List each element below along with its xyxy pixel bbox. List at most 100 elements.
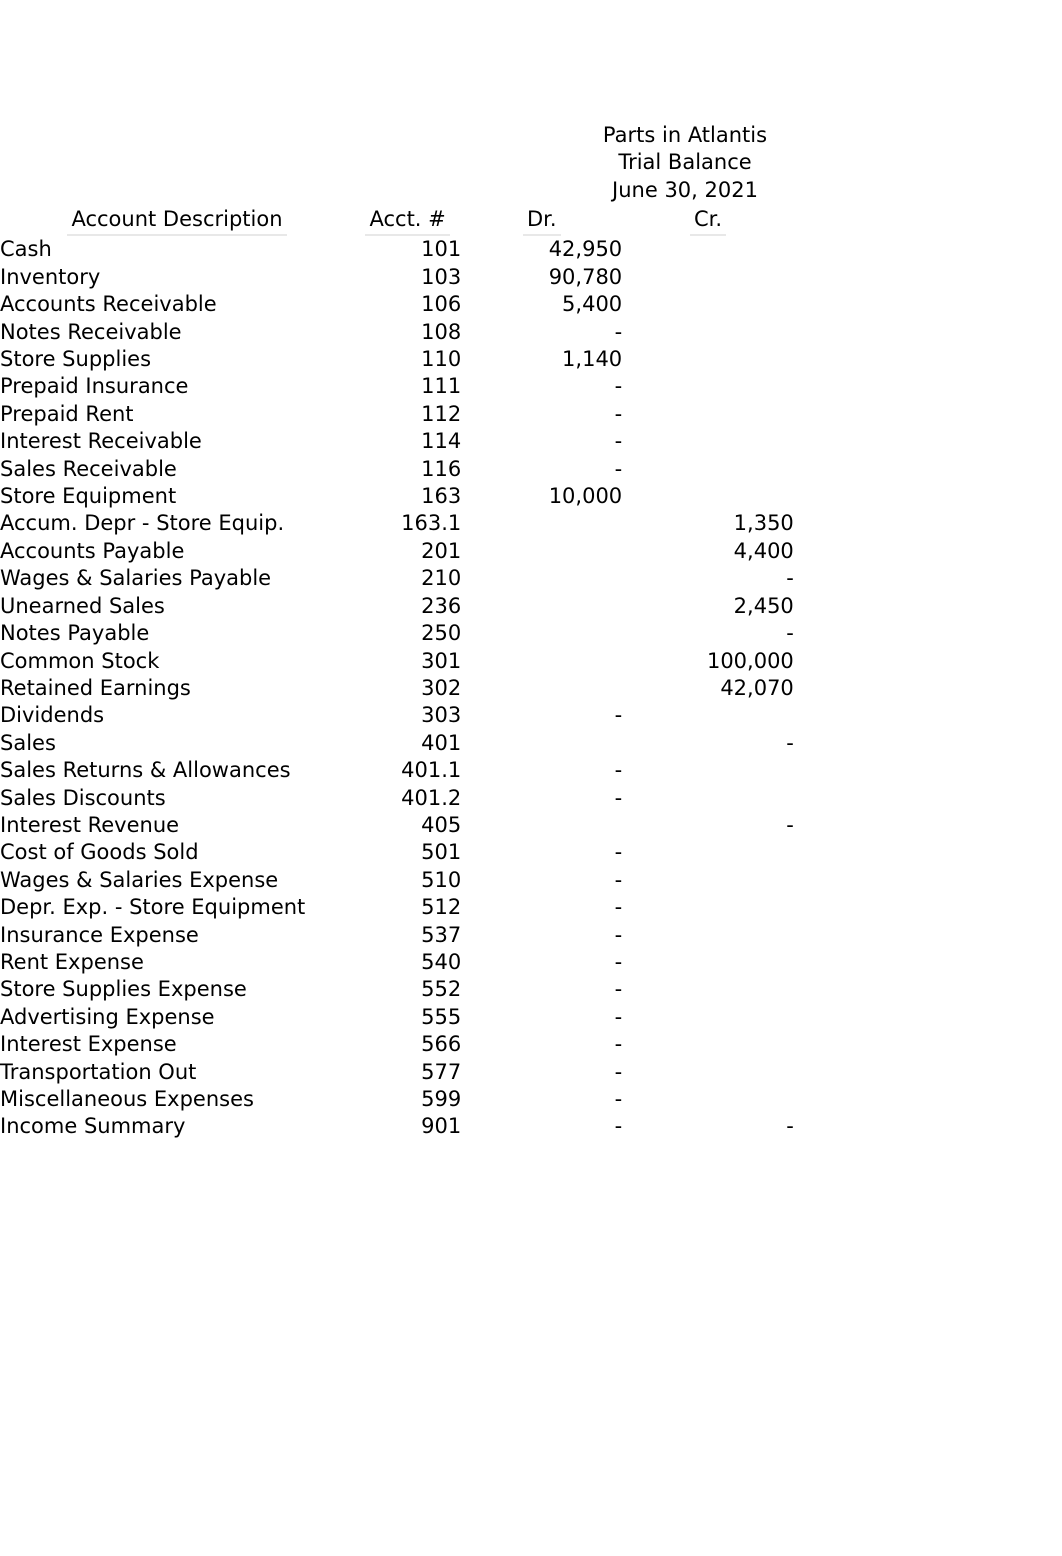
company-name: Parts in Atlantis	[602, 123, 768, 147]
row-spacer-cell	[794, 730, 1062, 757]
table-row: Prepaid Rent 112 -	[0, 401, 1062, 428]
credit-amount-cell	[622, 456, 794, 483]
account-description-cell: Sales	[0, 730, 56, 755]
credit-amount-cell	[622, 291, 794, 318]
account-number-cell: 540	[421, 949, 462, 974]
column-header-credit: Cr.	[622, 206, 794, 237]
account-number-cell: 401.1	[401, 758, 462, 783]
debit-amount-cell: -	[614, 429, 623, 454]
debit-amount-cell	[461, 565, 622, 592]
account-description-cell: Prepaid Insurance	[0, 374, 189, 399]
credit-amount-cell	[622, 428, 794, 455]
credit-amount-cell: 100,000	[706, 648, 794, 673]
credit-amount-cell	[622, 922, 794, 949]
debit-amount-cell: -	[614, 1059, 623, 1084]
account-description-cell: Rent Expense	[0, 949, 144, 974]
table-row: Notes Receivable 108 -	[0, 319, 1062, 346]
column-header-description: Account Description	[0, 206, 354, 237]
table-row: Cash 101 42,950	[0, 236, 1062, 263]
account-number-cell: 552	[421, 977, 462, 1002]
table-row: Store Supplies Expense 552 -	[0, 976, 1062, 1003]
row-spacer-cell	[794, 565, 1062, 592]
credit-amount-cell	[622, 1031, 794, 1058]
account-description-cell: Accum. Depr - Store Equip.	[0, 511, 285, 536]
account-description-cell: Depr. Exp. - Store Equipment	[0, 895, 306, 920]
row-spacer-cell	[794, 1031, 1062, 1058]
credit-amount-cell: -	[786, 566, 794, 591]
credit-amount-cell	[622, 949, 794, 976]
table-row: Store Equipment 163 10,000	[0, 483, 1062, 510]
credit-amount-cell	[622, 702, 794, 729]
table-row: Prepaid Insurance 111 -	[0, 373, 1062, 400]
account-description-cell: Interest Expense	[0, 1032, 177, 1057]
debit-amount-cell: -	[614, 1087, 623, 1111]
debit-amount-cell: 90,780	[548, 264, 623, 289]
row-spacer-cell	[794, 401, 1062, 428]
credit-amount-cell	[622, 319, 794, 346]
account-number-cell: 112	[421, 401, 462, 426]
row-spacer-cell	[794, 785, 1062, 812]
debit-amount-cell: -	[614, 867, 623, 892]
account-description-cell: Accounts Payable	[0, 538, 185, 563]
table-row: Accounts Payable 201 4,400	[0, 538, 1062, 565]
row-spacer-cell	[794, 593, 1062, 620]
table-row: Accounts Receivable 106 5,400	[0, 291, 1062, 318]
account-description-cell: Insurance Expense	[0, 922, 199, 947]
credit-amount-cell: -	[786, 812, 794, 837]
account-description-cell: Interest Revenue	[0, 812, 180, 837]
table-row: Advertising Expense 555 -	[0, 1004, 1062, 1031]
debit-amount-cell: -	[614, 1004, 623, 1029]
account-number-cell: 303	[421, 703, 462, 728]
credit-amount-cell	[622, 346, 794, 373]
account-number-cell: 103	[421, 264, 462, 289]
credit-amount-cell	[622, 1059, 794, 1086]
debit-amount-cell: 42,950	[548, 237, 623, 262]
table-row: Wages & Salaries Expense 510 -	[0, 867, 1062, 894]
credit-amount-cell	[622, 867, 794, 894]
column-header-debit: Dr.	[461, 206, 622, 237]
table-row: Cost of Goods Sold 501 -	[0, 839, 1062, 866]
table-row: Interest Revenue 405 -	[0, 812, 1062, 839]
row-spacer-cell	[794, 949, 1062, 976]
table-row: Notes Payable 250 -	[0, 620, 1062, 647]
row-spacer-cell	[794, 757, 1062, 784]
account-number-cell: 163.1	[401, 511, 462, 536]
credit-amount-cell	[622, 1004, 794, 1031]
account-description-cell: Income Summary	[0, 1114, 186, 1139]
table-header-row: Account Description Acct. # Dr. Cr.	[0, 206, 1062, 237]
row-spacer-cell	[794, 648, 1062, 675]
debit-amount-cell	[461, 510, 622, 537]
row-spacer-cell	[794, 620, 1062, 647]
account-number-cell: 236	[421, 593, 462, 618]
table-row: Depr. Exp. - Store Equipment 512 -	[0, 894, 1062, 921]
credit-amount-cell: 4,400	[733, 538, 794, 563]
account-number-cell: 577	[421, 1059, 462, 1084]
table-row: Inventory 103 90,780	[0, 264, 1062, 291]
account-description-cell: Transportation Out	[0, 1059, 197, 1084]
table-row: Miscellaneous Expenses 599 -	[0, 1086, 1062, 1113]
account-number-cell: 401	[421, 730, 462, 755]
account-description-cell: Notes Receivable	[0, 319, 182, 344]
account-number-cell: 111	[421, 374, 462, 399]
debit-amount-cell: -	[614, 949, 623, 974]
account-description-cell: Sales Returns & Allowances	[0, 758, 291, 783]
account-description-cell: Prepaid Rent	[0, 401, 134, 426]
account-description-cell: Advertising Expense	[0, 1004, 215, 1029]
debit-amount-cell	[461, 730, 622, 757]
statement-name: Trial Balance	[618, 150, 752, 175]
credit-amount-cell	[622, 785, 794, 812]
account-number-cell: 110	[421, 347, 462, 372]
debit-amount-cell: -	[614, 758, 623, 783]
row-spacer-cell	[794, 428, 1062, 455]
account-number-cell: 250	[421, 621, 462, 646]
account-number-cell: 106	[421, 292, 462, 317]
credit-amount-cell	[622, 373, 794, 400]
credit-amount-cell	[622, 401, 794, 428]
account-number-cell: 116	[421, 456, 462, 481]
credit-amount-cell	[622, 1086, 794, 1113]
row-spacer-cell	[794, 346, 1062, 373]
account-number-cell: 901	[421, 1114, 462, 1139]
account-number-cell: 210	[421, 566, 462, 591]
account-number-cell: 405	[421, 812, 462, 837]
debit-amount-cell: -	[614, 703, 623, 728]
